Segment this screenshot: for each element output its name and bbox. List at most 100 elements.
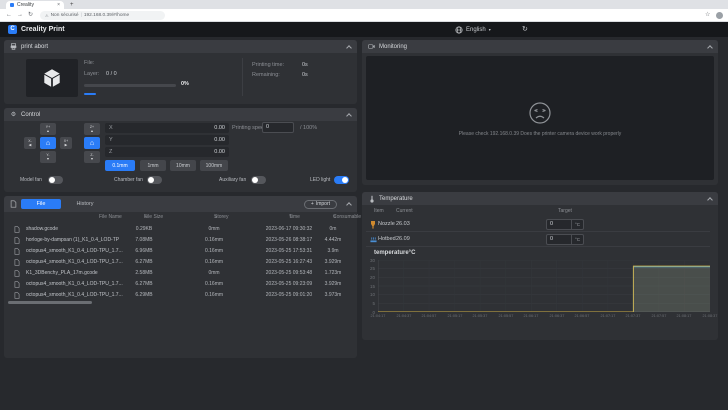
x-tick-label: 21:08:17 [673, 313, 695, 317]
col-target: Target [558, 208, 572, 214]
monitoring-panel-title: Monitoring [379, 44, 407, 50]
step-1mm-button[interactable]: 1mm [140, 160, 166, 171]
file-storey: 0mm [186, 226, 242, 232]
import-button[interactable]: + Import [304, 200, 337, 209]
language-selector[interactable]: English ▾ [455, 25, 491, 34]
file-consumable: 0m [310, 226, 356, 232]
nozzle-target-value[interactable]: 0 [547, 220, 571, 229]
toggle-knob [49, 177, 55, 183]
refresh-icon[interactable]: ↻ [522, 25, 528, 34]
profile-icon[interactable] [716, 12, 723, 19]
arrow-left-icon: ◀ [29, 143, 32, 147]
import-label: Import [316, 201, 330, 207]
collapse-chevron-icon[interactable] [346, 113, 352, 119]
file-row[interactable]: shadow.gcode 0.29KB 0mm 2023-06-17 09:30… [4, 224, 357, 235]
collapse-chevron-icon[interactable] [346, 202, 352, 208]
print-panel-header: print abort [4, 40, 357, 53]
camera-view: Please check 192.168.0.39 Does the print… [366, 56, 714, 180]
axis-y-value: 0.00 [214, 137, 225, 143]
home-z-button[interactable]: ⌂ [84, 137, 100, 149]
thermometer-icon [368, 195, 375, 202]
forward-icon[interactable]: → [17, 11, 23, 20]
y-tick-label: 10 [365, 292, 375, 297]
language-label: English [466, 27, 486, 33]
url-text: 192.168.0.39/#/home [84, 13, 129, 18]
address-bar[interactable]: ⚠ Non sécurisé | 192.168.0.39/#/home [40, 11, 165, 20]
step-100mm-button[interactable]: 100mm [200, 160, 228, 171]
axis-y-label: Y [109, 137, 113, 143]
jog-z-minus-button[interactable]: Z- ▼ [84, 151, 100, 163]
chart-plot-area [378, 260, 710, 312]
jog-y-minus-button[interactable]: Y- ▼ [40, 151, 56, 163]
file-consumable: 3.9m [310, 248, 356, 254]
file-row[interactable]: octopus4_smooth_K1_0.4_LOD-TPU_1.7... 6.… [4, 257, 357, 268]
file-storey: 0.16mm [186, 292, 242, 298]
home-xy-button[interactable]: ⌂ [40, 137, 56, 149]
file-storey: 0.16mm [186, 281, 242, 287]
browser-tab[interactable]: Creality × [6, 1, 64, 9]
hotbed-target-value[interactable]: 0 [547, 235, 571, 244]
y-tick-label: 5 [365, 301, 375, 306]
jog-x-plus-button[interactable]: X+ ▶ [60, 137, 72, 149]
file-row[interactable]: octopus4_smooth_K1_0.4_LOD-TPU_1.7... 6.… [4, 290, 357, 301]
arrow-up-icon: ▲ [46, 129, 49, 133]
browser-tab-bar: Creality × + [0, 0, 728, 9]
hotbed-icon [370, 237, 377, 243]
collapse-chevron-icon[interactable] [707, 197, 713, 203]
model-fan-label: Model fan [20, 177, 42, 183]
chamber-fan-toggle[interactable] [147, 176, 162, 184]
nozzle-target-input[interactable]: 0 °C [546, 219, 584, 230]
file-row[interactable]: octopus4_smooth_K1_0.4_LOD-TPU_1.7... 6.… [4, 279, 357, 290]
file-row[interactable]: K1_3DBenchy_PLA_17m.gcode 2.58MB 0mm 202… [4, 268, 357, 279]
not-secure-icon[interactable]: ⚠ [45, 13, 49, 18]
reload-icon[interactable]: ↻ [28, 11, 33, 20]
step-10mm-button[interactable]: 10mm [170, 160, 196, 171]
axis-x-value: 0.00 [214, 125, 225, 131]
file-type-icon [14, 270, 22, 279]
model-fan-toggle[interactable] [48, 176, 63, 184]
jog-z-plus-button[interactable]: Z+ ▲ [84, 123, 100, 135]
hotbed-target-input[interactable]: 0 °C [546, 234, 584, 245]
new-tab-button[interactable]: + [70, 1, 74, 9]
plus-icon: + [311, 201, 314, 207]
jog-x-minus-button[interactable]: X- ◀ [24, 137, 36, 149]
tab-file[interactable]: File [21, 199, 61, 209]
file-size: 7.08MB [116, 237, 172, 243]
print-panel-title: print abort [21, 44, 48, 50]
axis-readout-z: Z 0.00 [105, 147, 229, 157]
x-tick-label: 21:04:17 [367, 313, 389, 317]
details-link[interactable] [84, 93, 96, 95]
sort-icon: ⇅ [289, 214, 292, 219]
printing-speed-input[interactable]: 0 [262, 122, 294, 133]
nozzle-current: 26.03 [396, 221, 410, 227]
file-row[interactable]: octopus4_smooth_K1_0.4_LOD-TPU_1.7... 6.… [4, 246, 357, 257]
file-type-icon [14, 281, 22, 290]
file-size: 0.29KB [116, 226, 172, 232]
file-size: 6.29MB [116, 292, 172, 298]
gear-icon: ⚙ [10, 111, 17, 118]
back-icon[interactable]: ← [6, 11, 12, 20]
step-0.1mm-button[interactable]: 0.1mm [105, 160, 135, 171]
printing-time-value: 0s [302, 62, 308, 68]
printing-time-label: Printing time: [252, 62, 284, 68]
tab-history[interactable]: History [65, 199, 105, 209]
collapse-chevron-icon[interactable] [346, 45, 352, 51]
tab-close-icon[interactable]: × [57, 3, 60, 8]
temperature-panel: Temperature Item Current Target Nozzle 2… [362, 192, 718, 340]
axis-z-label: Z [109, 149, 112, 155]
auxiliary-fan-toggle[interactable] [251, 176, 266, 184]
horizontal-scrollbar[interactable] [8, 301, 92, 304]
bookmark-star-icon[interactable]: ☆ [705, 11, 710, 20]
file-size: 2.58MB [116, 270, 172, 276]
home-icon: ⌂ [90, 140, 94, 147]
jog-y-plus-button[interactable]: Y+ ▲ [40, 123, 56, 135]
file-storey: 0.16mm [186, 248, 242, 254]
file-consumable: 1.723m [310, 270, 356, 276]
model-thumbnail [26, 59, 78, 97]
arrow-down-icon: ▼ [46, 157, 49, 161]
file-size: 6.27MB [116, 281, 172, 287]
y-tick-label: 15 [365, 284, 375, 289]
led-light-toggle[interactable] [334, 176, 349, 184]
collapse-chevron-icon[interactable] [707, 45, 713, 51]
file-row[interactable]: horloge-by-dampsan (1)_K1_0.4_LOD-TP 7.0… [4, 235, 357, 246]
